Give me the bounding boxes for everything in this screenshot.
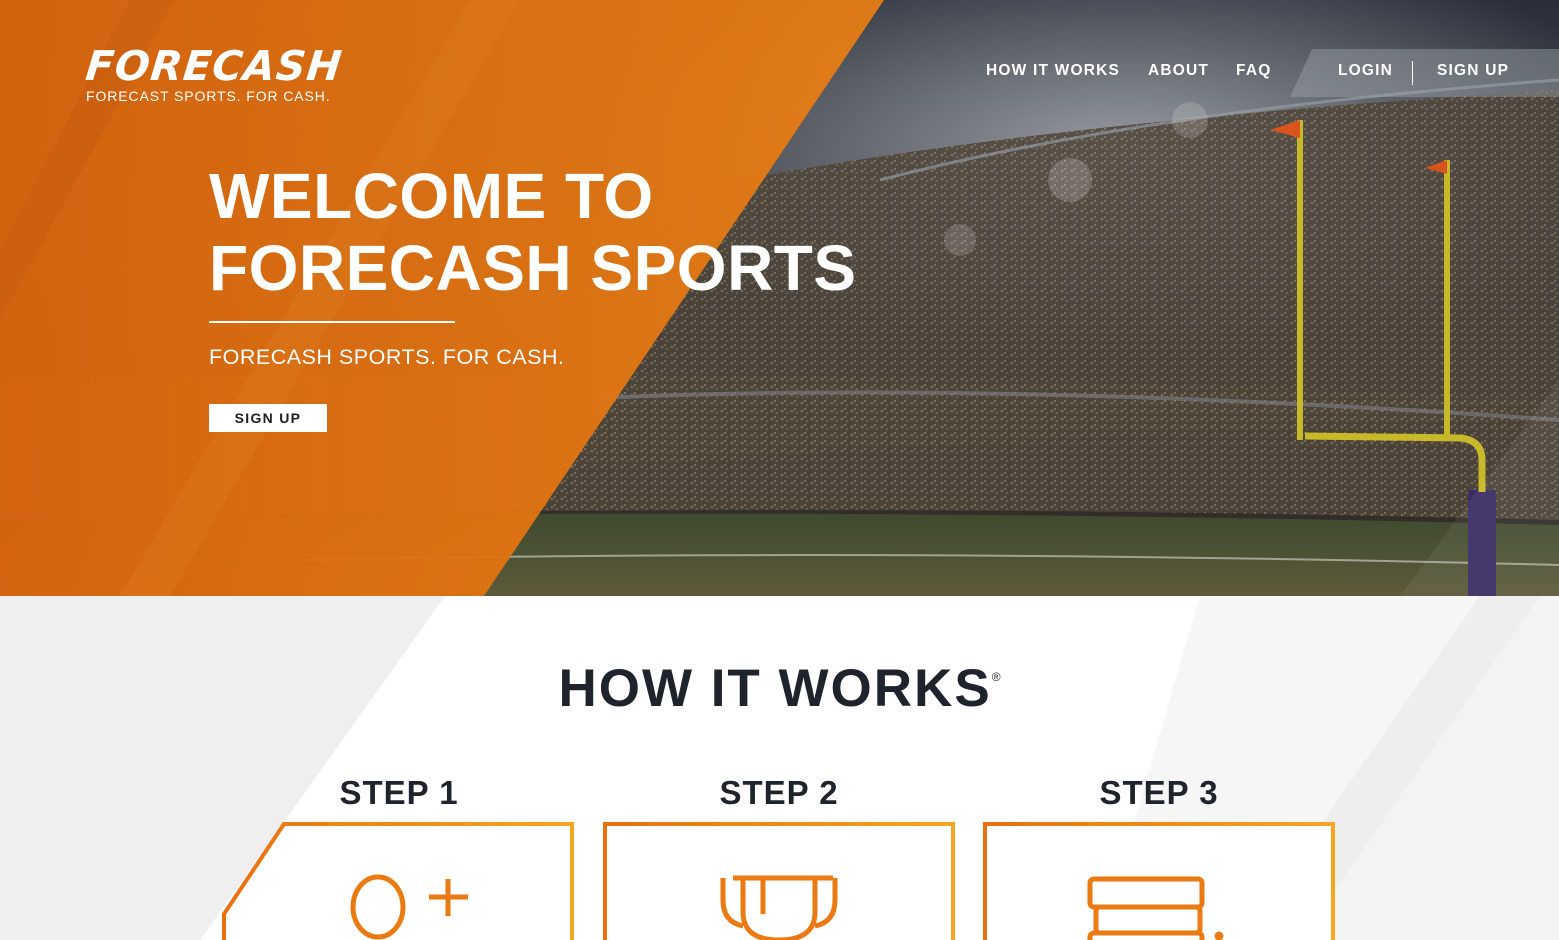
nav-how-it-works[interactable]: HOW IT WORKS: [986, 62, 1120, 80]
how-it-works-title-text: HOW IT WORKS: [558, 659, 992, 718]
hero-title-line2: FORECASH SPORTS: [209, 232, 857, 304]
forecash-logo[interactable]: FORECASH FORECAST SPORTS. FOR CASH.: [83, 42, 345, 104]
hero-divider: [209, 321, 455, 323]
nav-login[interactable]: LOGIN: [1338, 62, 1393, 80]
auth-divider: [1412, 61, 1413, 85]
auth-panel-background: [1290, 49, 1559, 97]
step-1-card: [222, 822, 574, 940]
how-it-works-section: HOW IT WORKS® STEP 1 STEP 2 STEP 3: [0, 596, 1559, 940]
hero-section: FORECASH FORECAST SPORTS. FOR CASH. HOW …: [0, 0, 1559, 596]
step-1-label: STEP 1: [339, 774, 459, 811]
hero-title-line1: WELCOME TO: [209, 160, 654, 232]
hero-subtitle: FORECASH SPORTS. FOR CASH.: [209, 345, 565, 369]
logo-wordmark: FORECASH: [83, 42, 345, 90]
step-3-card: [983, 822, 1335, 940]
step-3-label: STEP 3: [1099, 774, 1219, 811]
nav-faq[interactable]: FAQ: [1236, 62, 1271, 80]
trademark-symbol: ®: [991, 670, 1001, 684]
hero-sign-up-button[interactable]: SIGN UP: [209, 404, 327, 432]
how-it-works-title: HOW IT WORKS®: [0, 658, 1559, 719]
logo-tagline: FORECAST SPORTS. FOR CASH.: [86, 88, 331, 104]
step-2-card: [603, 822, 955, 940]
hero-title: WELCOME TO FORECASH SPORTS: [209, 160, 857, 304]
nav-about[interactable]: ABOUT: [1148, 62, 1209, 80]
step-2-label: STEP 2: [719, 774, 839, 811]
nav-sign-up[interactable]: SIGN UP: [1437, 62, 1509, 80]
